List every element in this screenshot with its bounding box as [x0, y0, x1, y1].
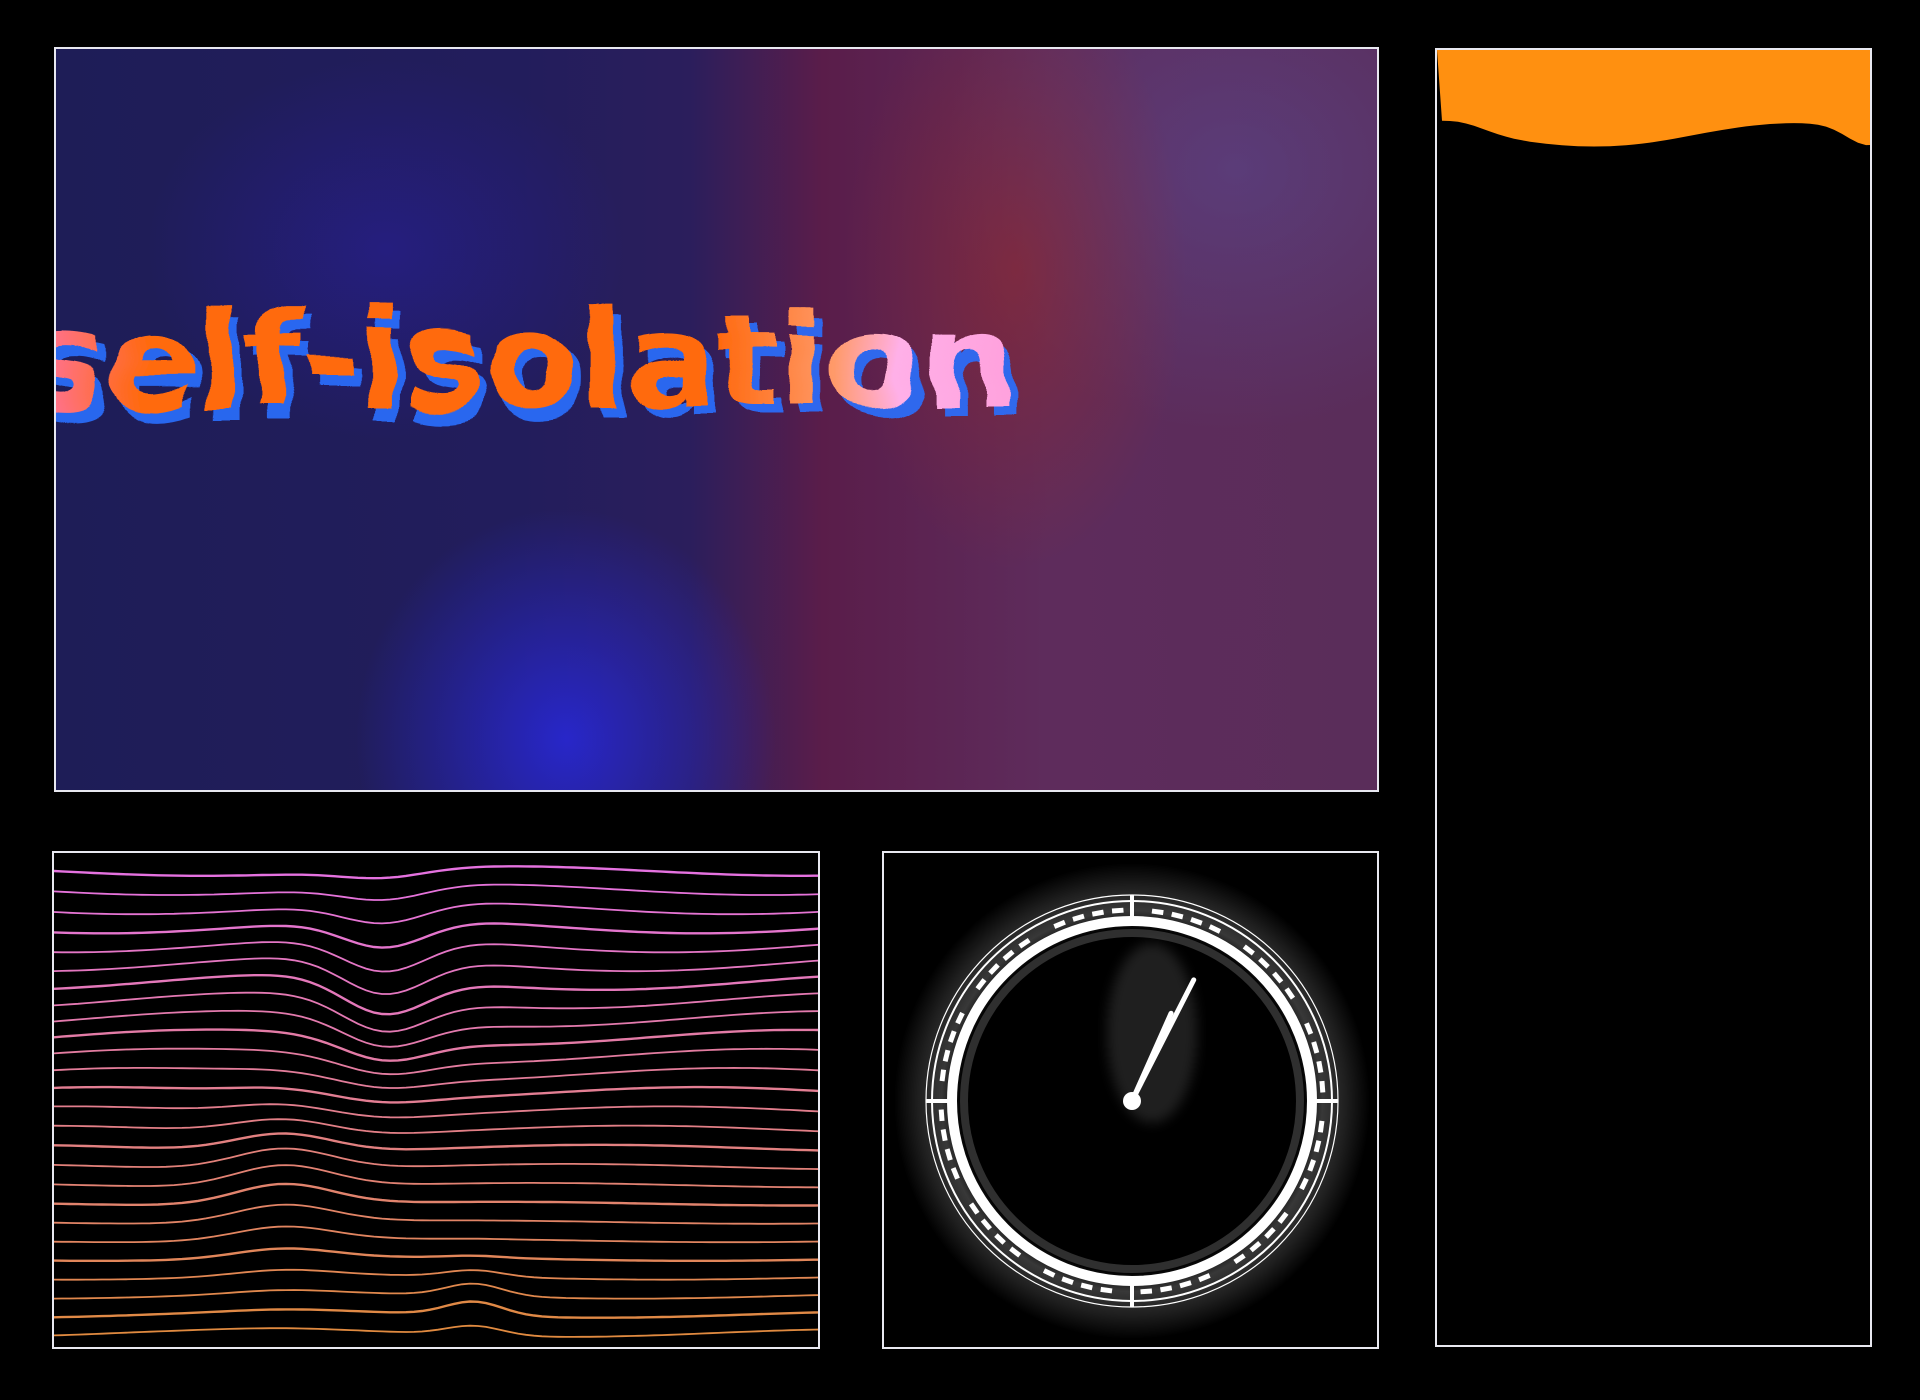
wave-line — [54, 1203, 818, 1225]
level-fill — [1437, 50, 1870, 147]
clock-minute-dash — [1080, 1282, 1093, 1291]
clock-minute-dash — [1159, 1285, 1173, 1293]
clock-minute-dash — [1179, 1280, 1192, 1289]
clock-minute-dash — [1111, 907, 1124, 914]
wave-line — [54, 957, 818, 995]
clock-minute-dash — [938, 1109, 945, 1122]
clock-icon — [894, 863, 1370, 1339]
clock-minute-dash — [1311, 1041, 1320, 1054]
clock-hand-glow — [1107, 943, 1197, 1123]
hero-title: self-isolation — [56, 282, 1018, 440]
wave-line — [54, 883, 818, 901]
wave-line — [54, 865, 818, 880]
wave-line — [54, 1085, 818, 1104]
wave-line — [54, 1103, 818, 1119]
wave-line — [54, 1118, 818, 1134]
clock-minute-dash — [1313, 1140, 1322, 1153]
clock-minute-dash — [1316, 1060, 1324, 1074]
clock-minute-dash — [1100, 1286, 1113, 1294]
clock-minute-dash — [939, 1069, 947, 1082]
wave-line — [54, 1147, 818, 1170]
clock-minute-dash — [1140, 1288, 1153, 1295]
wave-line — [54, 1132, 818, 1152]
hero-title-graphic: self-isolation self-isolation — [56, 282, 1026, 450]
clock-minute-dash — [940, 1128, 948, 1142]
clock-minute-dash — [1171, 911, 1184, 920]
wave-line — [54, 1324, 818, 1338]
hero-panel: self-isolation self-isolation — [54, 47, 1379, 792]
clock-minute-dash — [944, 1148, 953, 1161]
clock-minute-dash — [1091, 909, 1105, 917]
level-meter-graphic — [1437, 50, 1870, 147]
clock-panel — [882, 851, 1379, 1349]
wave-line — [54, 1247, 818, 1262]
clock-minute-dash — [1319, 1080, 1326, 1093]
wave-lines-panel — [52, 851, 820, 1349]
wave-line — [54, 1225, 818, 1244]
clock-minute-dash — [942, 1049, 951, 1062]
wave-line — [54, 1164, 818, 1189]
wave-line — [54, 1066, 818, 1089]
wave-line — [54, 902, 818, 925]
wave-line — [54, 1028, 818, 1062]
wave-line — [54, 1009, 818, 1048]
level-meter-panel — [1435, 48, 1872, 1347]
wave-line — [54, 974, 818, 1016]
clock-minute-dash — [1072, 913, 1085, 922]
wave-line — [54, 941, 818, 973]
wave-line — [54, 1182, 818, 1207]
wave-lines-graphic — [54, 865, 818, 1338]
clock-minute-dash — [1317, 1120, 1325, 1133]
clock-minute-dash — [1151, 908, 1164, 916]
wave-line — [54, 1282, 818, 1300]
clock-center-dot — [1123, 1092, 1141, 1110]
wave-line — [54, 1300, 818, 1319]
wave-line — [54, 922, 818, 949]
wave-line — [54, 1268, 818, 1281]
